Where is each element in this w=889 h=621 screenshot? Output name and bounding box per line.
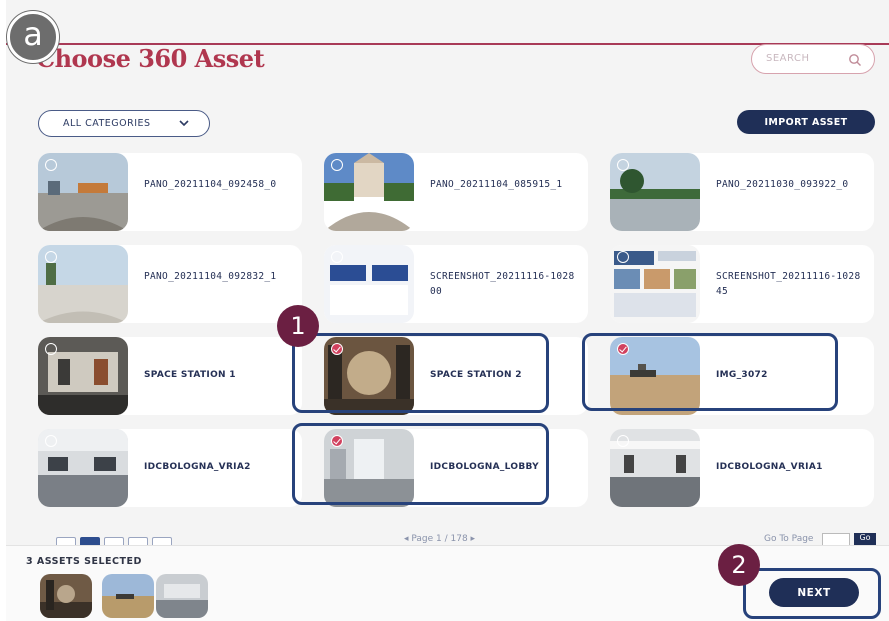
page-title: Choose 360 Asset <box>36 44 265 73</box>
asset-card[interactable]: PANO_20211104_092458_0 <box>38 153 302 231</box>
asset-card[interactable]: SCREENSHOT_20211116-102800 <box>324 245 588 323</box>
asset-name: IDCBOLOGNA_VRIA1 <box>716 462 823 472</box>
page-size-option-active[interactable] <box>80 537 100 545</box>
category-dropdown[interactable]: ALL CATEGORIES <box>38 110 210 137</box>
page-size-option[interactable] <box>128 537 148 545</box>
page-indicator[interactable]: ◂ Page 1 / 178 ▸ <box>404 534 475 544</box>
asset-thumbnail[interactable] <box>610 153 700 231</box>
asset-card[interactable]: IDCBOLOGNA_VRIA1 <box>610 429 874 507</box>
asset-name: PANO_20211030_093922_0 <box>716 179 849 190</box>
asset-thumbnail[interactable] <box>38 153 128 231</box>
asset-thumbnail[interactable] <box>610 245 700 323</box>
select-radio[interactable] <box>617 159 629 171</box>
asset-card[interactable]: PANO_20211104_092832_1 <box>38 245 302 323</box>
goto-page-input[interactable] <box>822 533 850 545</box>
asset-card[interactable]: PANO_20211104_085915_1 <box>324 153 588 231</box>
step-badge-1: 1 <box>277 305 319 347</box>
asset-name: PANO_20211104_092832_1 <box>144 271 277 282</box>
asset-thumbnail[interactable] <box>324 245 414 323</box>
asset-thumbnail[interactable] <box>610 429 700 507</box>
asset-chooser-page: Choose 360 Asset ALL CATEGORIES IMPORT A… <box>6 0 889 621</box>
select-radio[interactable] <box>331 251 343 263</box>
asset-name: SPACE STATION 1 <box>144 370 236 380</box>
highlight-idcbologna-lobby <box>292 423 549 505</box>
asset-card[interactable]: SCREENSHOT_20211116-102845 <box>610 245 874 323</box>
asset-thumbnail[interactable] <box>38 337 128 415</box>
asset-card[interactable]: SPACE STATION 1 <box>38 337 302 415</box>
select-radio[interactable] <box>331 159 343 171</box>
highlight-img-3072 <box>582 333 838 411</box>
select-radio[interactable] <box>45 251 57 263</box>
import-asset-button[interactable]: IMPORT ASSET <box>737 110 875 134</box>
chevron-down-icon <box>179 120 189 127</box>
selected-count: 3 ASSETS SELECTED <box>26 556 142 567</box>
step-badge-2: 2 <box>718 544 760 586</box>
search-icon[interactable] <box>848 53 862 67</box>
asset-thumbnail[interactable] <box>38 245 128 323</box>
select-radio[interactable] <box>617 435 629 447</box>
asset-thumbnail[interactable] <box>324 153 414 231</box>
select-radio[interactable] <box>617 251 629 263</box>
asset-name: SCREENSHOT_20211116-102800 <box>430 271 575 297</box>
asset-name: IDCBOLOGNA_VRIA2 <box>144 462 251 472</box>
selected-thumb[interactable] <box>156 574 208 618</box>
asset-card[interactable]: PANO_20211030_093922_0 <box>610 153 874 231</box>
asset-name: PANO_20211104_092458_0 <box>144 179 277 190</box>
asset-thumbnail[interactable] <box>38 429 128 507</box>
selected-thumb[interactable] <box>102 574 154 618</box>
page-size-option[interactable] <box>152 537 172 545</box>
select-radio[interactable] <box>45 435 57 447</box>
asset-name: PANO_20211104_085915_1 <box>430 179 563 190</box>
asset-name: SCREENSHOT_20211116-102845 <box>716 271 861 297</box>
goto-page-label: Go To Page <box>764 534 814 544</box>
search-input[interactable] <box>766 53 836 64</box>
asset-card[interactable]: IDCBOLOGNA_VRIA2 <box>38 429 302 507</box>
page-size-option[interactable] <box>104 537 124 545</box>
corner-badge: a <box>7 11 59 63</box>
page-size-option[interactable] <box>56 537 76 545</box>
highlight-space-station-2 <box>292 333 549 413</box>
select-radio[interactable] <box>45 159 57 171</box>
search-box[interactable] <box>751 44 875 74</box>
select-radio[interactable] <box>45 343 57 355</box>
goto-page-button[interactable]: Go <box>854 533 876 545</box>
category-dropdown-label: ALL CATEGORIES <box>63 118 151 129</box>
highlight-next-button <box>743 568 881 619</box>
selected-thumb[interactable] <box>40 574 92 618</box>
pagination: ◂ Page 1 / 178 ▸ Go To Page Go <box>34 533 879 545</box>
